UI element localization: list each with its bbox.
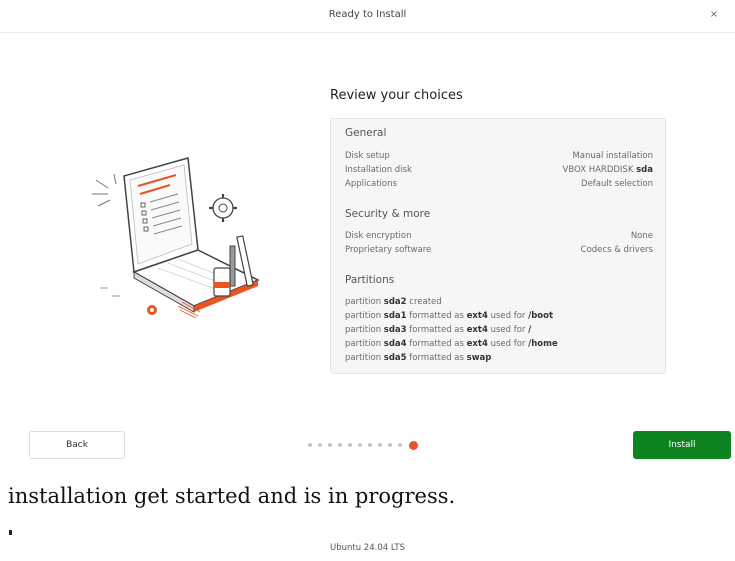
step-dot — [368, 443, 372, 447]
security-section-title: Security & more — [345, 208, 431, 220]
row-label: Applications — [345, 179, 397, 189]
page-mark — [9, 530, 12, 535]
step-dot — [388, 443, 392, 447]
partition-line: partition sda4 formatted as ext4 used fo… — [345, 339, 558, 349]
step-dot — [398, 443, 402, 447]
summary-row: Disk encryption None — [345, 231, 653, 241]
row-value: Manual installation — [572, 151, 653, 161]
caption-text: installation get started and is in progr… — [8, 484, 456, 508]
footer-version: Ubuntu 24.04 LTS — [329, 543, 405, 553]
window-title: Ready to Install — [328, 9, 407, 20]
row-label: Proprietary software — [345, 245, 432, 255]
summary-panel: General Disk setup Manual installation I… — [330, 118, 666, 374]
summary-row: Proprietary software Codecs & drivers — [345, 245, 653, 255]
partitions-section-title: Partitions — [345, 274, 395, 286]
row-value-text: VBOX HARDDISK — [562, 165, 634, 175]
step-dot — [338, 443, 342, 447]
row-value: Codecs & drivers — [580, 245, 653, 255]
step-dot-active — [409, 440, 418, 450]
step-dot — [318, 443, 322, 447]
step-dot — [308, 443, 312, 447]
step-indicator — [308, 440, 424, 450]
row-value: Default selection — [581, 179, 653, 189]
row-value-bold: sda — [636, 165, 653, 175]
partition-line: partition sda2 created — [345, 297, 442, 307]
partition-line: partition sda1 formatted as ext4 used fo… — [345, 311, 554, 321]
general-section-title: General — [345, 127, 387, 139]
step-dot — [358, 443, 362, 447]
review-heading: Review your choices — [330, 88, 463, 103]
step-dot — [328, 443, 332, 447]
install-button[interactable]: Install — [633, 431, 731, 459]
step-dot — [378, 443, 382, 447]
row-value: VBOX HARDDISK sda — [563, 165, 653, 175]
step-dot — [348, 443, 352, 447]
partition-line: partition sda3 formatted as ext4 used fo… — [345, 325, 532, 335]
title-bar: Ready to Install × — [0, 0, 735, 33]
laptop-illustration — [92, 157, 260, 319]
summary-row: Disk setup Manual installation — [345, 151, 653, 161]
row-value: None — [630, 231, 653, 241]
row-label: Disk encryption — [345, 231, 412, 241]
installer-window: Ready to Install × Review your choices G… — [0, 0, 735, 470]
back-button[interactable]: Back — [29, 431, 125, 459]
summary-row: Applications Default selection — [345, 179, 653, 189]
row-label: Installation disk — [345, 165, 412, 175]
summary-row: Installation disk VBOX HARDDISK sda — [345, 165, 653, 175]
partition-line: partition sda5 formatted as swap — [345, 353, 492, 363]
close-icon[interactable]: × — [707, 8, 721, 22]
row-label: Disk setup — [345, 151, 390, 161]
